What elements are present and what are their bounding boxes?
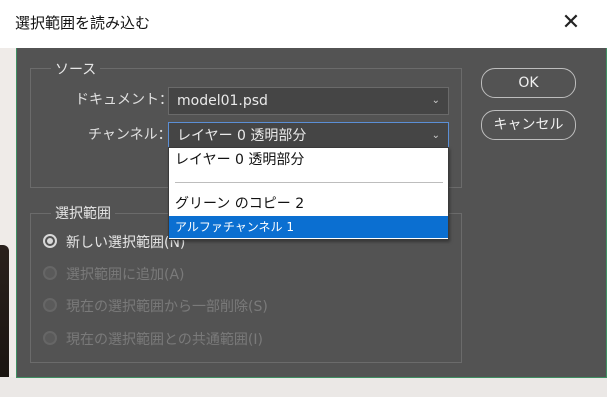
dropdown-option-alpha-channel[interactable]: アルファチャンネル 1 <box>169 216 448 238</box>
window-title: 選択範囲を読み込む <box>15 14 151 32</box>
radio-intersect-selection-label[interactable]: 現在の選択範囲との共通範囲(I) <box>66 329 263 349</box>
cancel-button[interactable]: キャンセル <box>481 110 576 140</box>
chevron-down-icon: ⌄ <box>431 130 440 141</box>
background-hair <box>0 245 9 385</box>
dropdown-option-transparency[interactable]: レイヤー 0 透明部分 <box>169 149 448 171</box>
document-label: ドキュメント： <box>75 92 173 108</box>
document-select-value: model01.psd <box>177 93 268 109</box>
radio-add-selection[interactable] <box>43 266 57 280</box>
operation-legend: 選択範囲 <box>51 203 115 223</box>
chevron-down-icon: ⌄ <box>431 95 440 106</box>
dropdown-option-green-copy[interactable]: グリーン のコピー 2 <box>169 193 448 215</box>
channel-dropdown-list: レイヤー 0 透明部分 グリーン のコピー 2 アルファチャンネル 1 <box>168 147 449 240</box>
background-strip <box>0 377 607 397</box>
document-select[interactable]: model01.psd ⌄ <box>168 87 449 115</box>
radio-subtract-selection[interactable] <box>43 298 57 312</box>
radio-intersect-selection[interactable] <box>43 331 57 345</box>
radio-subtract-selection-label[interactable]: 現在の選択範囲から一部削除(S) <box>66 296 268 316</box>
source-legend: ソース <box>51 59 101 79</box>
dropdown-separator <box>175 182 443 183</box>
ok-button[interactable]: OK <box>481 68 576 98</box>
channel-select-value: レイヤー 0 透明部分 <box>177 128 307 144</box>
radio-add-selection-label[interactable]: 選択範囲に追加(A) <box>66 264 185 284</box>
radio-new-selection[interactable] <box>43 234 57 248</box>
channel-select[interactable]: レイヤー 0 透明部分 ⌄ <box>168 122 449 150</box>
channel-label: チャンネル： <box>88 127 172 143</box>
close-icon[interactable]: ✕ <box>557 9 585 37</box>
